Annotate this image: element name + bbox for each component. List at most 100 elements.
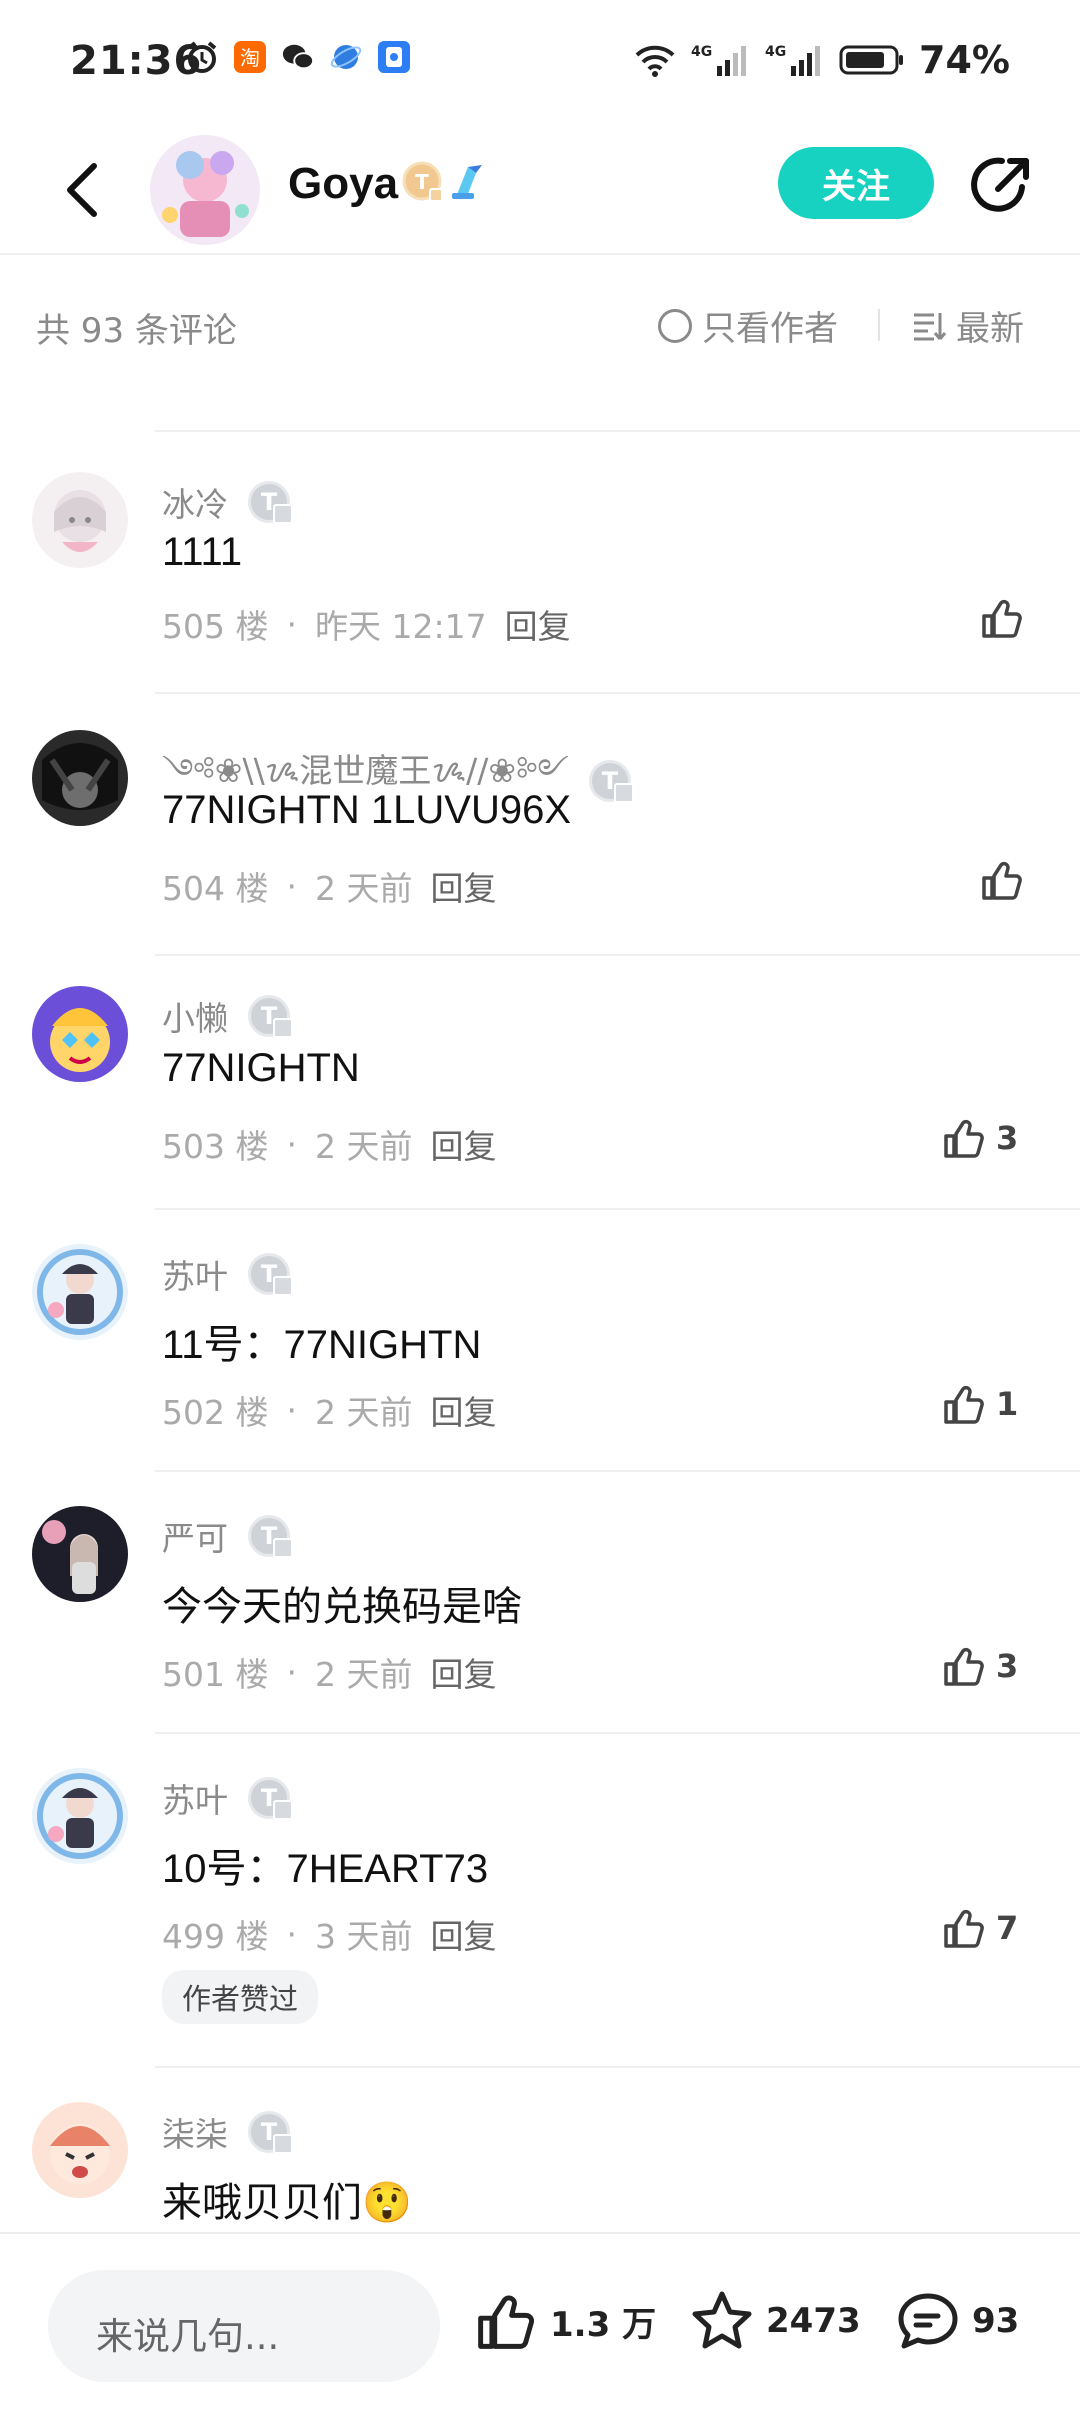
dot-separator: ·: [286, 1124, 297, 1164]
status-system-icons: 4G 4G 74%: [633, 38, 1010, 82]
separator: [155, 954, 1080, 956]
thumbs-up-icon: [982, 599, 1022, 638]
comment-item: ༺❀\\ᝰ混世魔王ᝰ//❀༻ T 77NIGHTN 1LUVU96X 504 楼…: [0, 692, 1080, 954]
avatar[interactable]: [32, 1244, 128, 1340]
signal-icon: 4G: [765, 44, 821, 76]
avatar[interactable]: [32, 1506, 128, 1602]
comment-text: 77NIGHTN 1LUVU96X: [162, 788, 572, 832]
battery-percent: 74%: [919, 38, 1010, 82]
signal-icon: 4G: [691, 44, 747, 76]
svg-text:4G: 4G: [765, 44, 786, 60]
author-only-label: 只看作者: [702, 309, 838, 349]
separator: [155, 1208, 1080, 1210]
like-button[interactable]: 3: [942, 1116, 1018, 1160]
reply-button[interactable]: 回复: [430, 1120, 496, 1168]
sort-button[interactable]: 最新: [912, 301, 1024, 350]
comment-text: 今今天的兑换码是啥: [162, 1585, 522, 1629]
avatar[interactable]: [32, 1768, 128, 1864]
username: 苏叶: [162, 1257, 228, 1296]
svg-text:淘: 淘: [240, 46, 260, 70]
level-badge-icon: T: [248, 481, 293, 524]
like-count: 3: [996, 1119, 1019, 1157]
separator: [155, 2066, 1080, 2068]
star-icon: [692, 2291, 752, 2349]
like-post-button[interactable]: 1.3 万: [474, 2290, 656, 2352]
comment-time: 2 天前: [314, 1127, 413, 1166]
separator: [155, 1732, 1080, 1734]
like-button[interactable]: [980, 858, 1024, 902]
thumbs-up-icon: [944, 1385, 984, 1424]
avatar[interactable]: [32, 2102, 128, 2198]
floor-number: 504 楼: [162, 869, 269, 908]
comment-item: 苏叶 T 10号：7HEART73 499 楼 · 3 天前 回复 7 作者赞过: [0, 1732, 1080, 2066]
comment-time: 昨天 12:17: [314, 607, 487, 646]
comment-item: 冰冷 T 1111 505 楼 · 昨天 12:17 回复: [0, 430, 1080, 692]
author-avatar[interactable]: [150, 135, 260, 245]
comment-text: 11号：77NIGHTN: [162, 1323, 482, 1367]
comment-user[interactable]: 严可 T: [162, 1512, 293, 1560]
comment-bubble-icon: [898, 2293, 958, 2349]
comment-text: 10号：7HEART73: [162, 1847, 489, 1891]
comments-button[interactable]: 93: [896, 2290, 1019, 2352]
back-button[interactable]: [52, 155, 112, 225]
level-badge-icon: T: [248, 1253, 293, 1296]
comment-count: 93: [972, 2301, 1020, 2341]
thumbs-up-icon: [944, 1909, 984, 1948]
username: 冰冷: [162, 485, 228, 524]
comment-text: 1111: [162, 530, 243, 574]
level-badge-icon: T: [248, 2111, 293, 2154]
comment-time: 2 天前: [314, 1655, 413, 1694]
comment-user[interactable]: 苏叶 T: [162, 1774, 293, 1822]
svg-text:4G: 4G: [691, 44, 712, 60]
favorite-button[interactable]: 2473: [690, 2290, 861, 2352]
wechat-icon: [281, 40, 315, 74]
chevron-left-icon: [67, 163, 97, 217]
comment-user[interactable]: 冰冷 T: [162, 478, 293, 526]
comment-text: 77NIGHTN: [162, 1046, 360, 1090]
like-count: 1: [996, 1385, 1019, 1423]
like-count: 7: [996, 1909, 1019, 1947]
comment-time: 2 天前: [314, 1393, 413, 1432]
avatar[interactable]: [32, 730, 128, 826]
reply-button[interactable]: 回复: [430, 1910, 496, 1958]
comment-user[interactable]: 柒柒 T: [162, 2108, 293, 2156]
like-button[interactable]: [980, 596, 1024, 640]
dot-separator: ·: [286, 1390, 297, 1430]
post-like-count: 1.3 万: [550, 2304, 657, 2345]
like-button[interactable]: 7: [942, 1906, 1018, 1950]
comment-sort-bar: 共 93 条评论 只看作者 最新: [0, 257, 1080, 392]
avatar[interactable]: [32, 986, 128, 1082]
status-notification-icons: 淘: [185, 40, 411, 74]
thumbs-up-icon: [982, 861, 1022, 900]
comment-input[interactable]: 来说几句...: [48, 2270, 440, 2382]
post-header: Goya T 关注: [0, 125, 1080, 255]
reply-button[interactable]: 回复: [430, 1648, 496, 1696]
comment-item: 严可 T 今今天的兑换码是啥 501 楼 · 2 天前 回复 3: [0, 1470, 1080, 1732]
comment-item: 苏叶 T 11号：77NIGHTN 502 楼 · 2 天前 回复 1: [0, 1208, 1080, 1470]
comment-input-placeholder: 来说几句...: [96, 2315, 280, 2358]
follow-button[interactable]: 关注: [778, 147, 934, 219]
comment-user[interactable]: 小懒 T: [162, 992, 293, 1040]
comment-user[interactable]: 苏叶 T: [162, 1250, 293, 1298]
like-button[interactable]: 3: [942, 1644, 1018, 1688]
creator-badge-icon: [452, 165, 482, 199]
author-only-toggle[interactable]: 只看作者: [658, 301, 838, 350]
like-button[interactable]: 1: [942, 1382, 1018, 1426]
username: 柒柒: [162, 2115, 228, 2154]
separator: [155, 430, 1080, 432]
level-badge-icon: T: [402, 161, 443, 202]
author-name[interactable]: Goya: [288, 159, 398, 209]
share-button[interactable]: [968, 153, 1034, 219]
reply-button[interactable]: 回复: [430, 862, 496, 910]
separator: [155, 692, 1080, 694]
thumbs-up-icon: [478, 2295, 534, 2349]
level-badge-icon: T: [588, 759, 634, 803]
comment-item: 小懒 T 77NIGHTN 503 楼 · 2 天前 回复 3: [0, 954, 1080, 1208]
dot-separator: ·: [286, 1652, 297, 1692]
avatar[interactable]: [32, 472, 128, 568]
radio-circle-icon: [658, 308, 692, 343]
reply-button[interactable]: 回复: [505, 600, 571, 648]
comment-meta: 505 楼 · 昨天 12:17 回复: [162, 600, 571, 648]
battery-icon: [839, 45, 904, 75]
reply-button[interactable]: 回复: [430, 1386, 496, 1434]
